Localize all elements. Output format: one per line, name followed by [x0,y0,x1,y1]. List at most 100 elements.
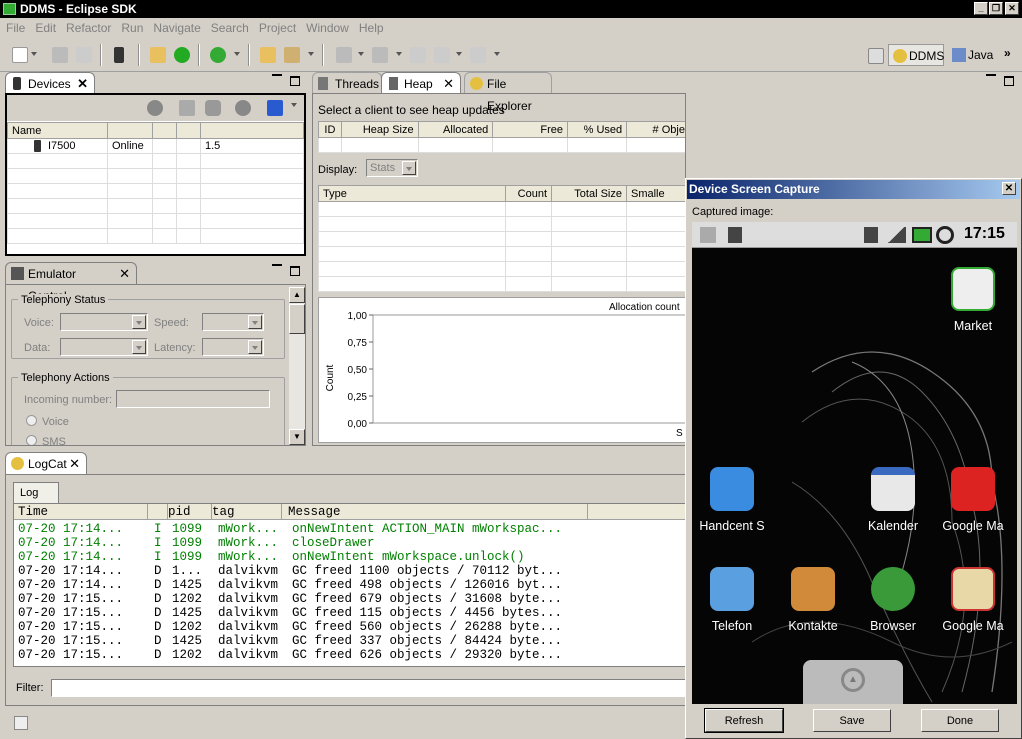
voice-select[interactable] [60,313,148,331]
scroll-down-icon[interactable]: ▼ [289,429,305,445]
col-tag[interactable]: tag [212,504,282,520]
col-type[interactable]: Type [318,185,506,202]
table-row[interactable]: 07-20 17:14... I 1099 mWork... closeDrawer [14,536,685,550]
col-flag[interactable] [152,122,177,139]
tab-file-explorer[interactable]: File Explorer [464,72,552,113]
tab-heap[interactable]: Heap ✕ [381,72,461,94]
incoming-number-field[interactable] [116,390,270,408]
close-dialog-button[interactable]: ✕ [1002,182,1016,195]
table-row[interactable]: 07-20 17:15... D 1202 dalvikvm GC freed 560 … [14,620,685,634]
tab-log[interactable]: Log [13,482,59,503]
close-devices-tab-icon[interactable]: ✕ [77,73,88,95]
open-project-icon[interactable] [150,47,166,63]
col-heap-size[interactable]: Heap Size [340,121,419,138]
table-row[interactable]: 07-20 17:14... I 1099 mWork... onNewIntent m… [14,550,685,564]
device-icon[interactable] [114,47,124,63]
perspective-ddms[interactable]: DDMS [888,44,944,66]
close-logcat-tab-icon[interactable]: ✕ [69,453,80,475]
app-maps[interactable]: Google Ma [933,567,1013,633]
next-annotation-icon[interactable] [336,47,352,63]
close-window-button[interactable]: ✕ [1005,2,1019,15]
minimize-icon[interactable] [986,74,996,76]
forward-icon[interactable] [470,47,486,63]
app-telefon[interactable]: Telefon [692,567,772,633]
data-select[interactable] [60,338,148,356]
prev-annotation-icon[interactable] [372,47,388,63]
menu-window[interactable]: Window [301,18,354,38]
app-handcent[interactable]: Handcent S [692,467,772,533]
tab-emulator-control[interactable]: Emulator Control ✕ [5,262,137,303]
col-id[interactable]: ID [318,121,342,138]
menu-search[interactable]: Search [206,18,254,38]
restore-window-button[interactable]: ❐ [989,2,1003,15]
save-button[interactable]: Save [813,709,891,732]
menu-navigate[interactable]: Navigate [148,18,205,38]
app-kontakte[interactable]: Kontakte [773,567,853,633]
maximize-icon[interactable] [290,266,300,276]
menu-help[interactable]: Help [354,18,389,38]
refresh-button[interactable]: Refresh [704,708,784,733]
close-heap-tab-icon[interactable]: ✕ [443,73,454,95]
col-name[interactable]: Name [7,122,108,139]
more-perspectives-icon[interactable]: » [1004,46,1011,60]
col-objects[interactable]: # Objects [626,121,685,138]
maximize-icon[interactable] [290,76,300,86]
table-row[interactable]: I7500 Online 1.5 [7,138,304,154]
maximize-icon[interactable] [1004,76,1014,86]
scroll-thumb[interactable] [289,304,305,334]
col-level[interactable] [148,504,168,520]
col-pid[interactable]: pid [168,504,212,520]
forward-dropdown-icon[interactable] [494,52,500,56]
update-heap-icon[interactable] [205,100,221,116]
update-threads-icon[interactable] [179,100,195,116]
minimize-icon[interactable] [272,264,282,266]
run-icon[interactable] [210,47,226,63]
menu-project[interactable]: Project [254,18,301,38]
table-row[interactable]: 07-20 17:15... D 1202 dalvikvm GC freed 679 … [14,592,685,606]
minimize-icon[interactable] [272,74,282,76]
open-perspective-icon[interactable] [868,48,884,64]
table-row[interactable]: 07-20 17:15... D 1425 dalvikvm GC freed 115 … [14,606,685,620]
app-drawer-handle[interactable]: ▲ [803,660,903,704]
back-icon[interactable] [434,47,450,63]
table-row[interactable]: 07-20 17:15... D 1425 dalvikvm GC freed 337 … [14,634,685,648]
prev-annotation-dropdown-icon[interactable] [396,52,402,56]
app-kalender[interactable]: Kalender [853,467,933,533]
minimize-window-button[interactable]: _ [974,2,988,15]
table-row[interactable]: 07-20 17:14... D 1425 dalvikvm GC freed 498 … [14,578,685,592]
col-message[interactable]: Message [288,504,588,520]
emulator-scrollbar[interactable]: ▲ ▼ [289,287,305,445]
col-total-size[interactable]: Total Size [551,185,627,202]
filter-input[interactable] [51,679,685,697]
col-count[interactable]: Count [505,185,552,202]
done-button[interactable]: Done [921,709,999,732]
wand-dropdown-icon[interactable] [308,52,314,56]
add-icon[interactable] [174,47,190,63]
tab-logcat[interactable]: LogCat ✕ [5,452,87,474]
col-time[interactable]: Time [18,504,148,520]
save-icon[interactable] [52,47,68,63]
menu-refactor[interactable]: Refactor [61,18,116,38]
scroll-up-icon[interactable]: ▲ [289,287,305,303]
col-version[interactable] [200,122,304,139]
perspective-java[interactable]: Java [948,44,998,66]
debug-process-icon[interactable] [147,100,163,116]
table-row[interactable]: 07-20 17:15... D 1202 dalvikvm GC freed 626 … [14,648,685,662]
menu-edit[interactable]: Edit [30,18,61,38]
table-row[interactable]: 07-20 17:14... I 1099 mWork... onNewIntent A… [14,522,685,536]
latency-select[interactable] [202,338,264,356]
radio-sms[interactable] [26,435,37,445]
display-select[interactable]: Stats [366,159,418,177]
col-allocated[interactable]: Allocated [417,121,494,138]
close-emulator-tab-icon[interactable]: ✕ [119,263,130,285]
back-dropdown-icon[interactable] [456,52,462,56]
col-free[interactable]: Free [492,121,569,138]
wand-icon[interactable] [284,47,300,63]
speed-select[interactable] [202,313,264,331]
print-icon[interactable] [76,47,92,63]
app-browser[interactable]: Browser [853,567,933,633]
app-gmail[interactable]: Google Ma [933,467,1013,533]
app-market[interactable]: Market [933,267,1013,333]
new-dropdown-icon[interactable] [31,52,37,56]
tab-threads[interactable]: Threads [312,72,382,94]
